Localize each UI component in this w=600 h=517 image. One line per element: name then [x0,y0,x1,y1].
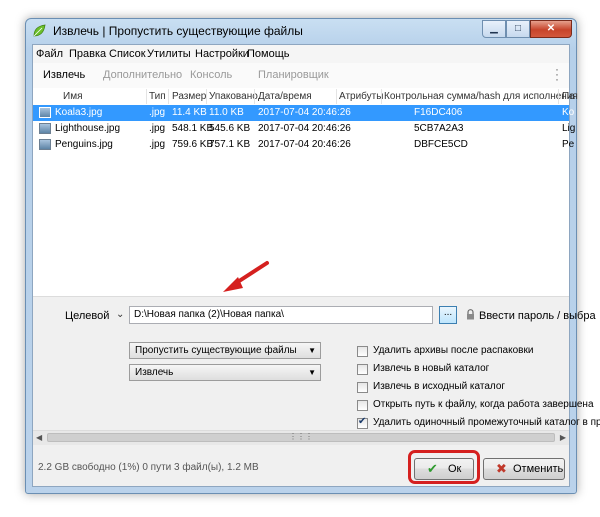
status-text: 2.2 GB свободно (1%) 0 пути 3 файл(ы), 1… [38,462,259,473]
extract-dialog-window: Извлечь | Пропустить существующие файлы … [25,18,600,494]
dropdown-arrow-icon: ▼ [308,368,316,377]
file-size: 11.4 KB [172,107,207,118]
menu-edit[interactable]: Правка [69,48,106,60]
file-checksum: F16DC406 [414,107,463,118]
delete-archives-checkbox[interactable] [357,346,368,357]
table-row[interactable]: Koala3.jpg .jpg 11.4 KB 11.0 KB 2017-07-… [33,105,574,121]
file-datetime: 2017-07-04 20:46:26 [258,139,351,150]
menu-bar: Файл Правка Список Утилиты Настройки Пом… [33,45,569,63]
column-attributes[interactable]: Атрибуты [339,91,383,102]
column-packed[interactable]: Упаковано [209,91,258,102]
image-file-icon [39,139,51,150]
lock-icon [467,309,474,320]
column-separator[interactable] [254,89,255,104]
tab-console[interactable]: Консоль [190,69,232,81]
overwrite-mode-select[interactable]: Пропустить существующие файлы ▼ [129,342,321,359]
file-name: Koala3.jpg [55,107,103,118]
window-title: Извлечь | Пропустить существующие файлы [53,24,303,38]
scroll-right-icon[interactable]: ▶ [560,433,566,442]
column-separator[interactable] [168,89,169,104]
client-area: Файл Правка Список Утилиты Настройки Пом… [32,44,600,487]
column-separator[interactable] [146,89,147,104]
tab-advanced[interactable]: Дополнительно [103,69,182,81]
overwrite-mode-value: Пропустить существующие файлы [135,345,297,356]
column-name[interactable]: Имя [63,91,82,102]
file-type: .jpg [149,107,166,118]
mode-toolbar: Извлечь Дополнительно Консоль Планировщи… [33,63,569,89]
horizontal-scrollbar[interactable]: ◀ ⋮⋮⋮ ▶ [33,430,569,445]
cancel-button[interactable]: ✖ Отменить [483,458,565,480]
menu-settings[interactable]: Настройки [195,48,249,60]
scrollbar-thumb[interactable]: ⋮⋮⋮ [47,433,555,442]
file-type: .jpg [149,123,166,134]
table-row[interactable]: Lighthouse.jpg .jpg 548.1 KB 545.6 KB 20… [33,121,575,137]
image-file-icon [39,123,51,134]
file-list-header: Имя Тип Размер Упаковано Дата/время Атри… [33,88,578,106]
file-packed: 545.6 KB [209,123,251,134]
file-type: .jpg [149,139,166,150]
file-checksum: DBFCE5CD [414,139,468,150]
column-type[interactable]: Тип [149,91,166,102]
file-datetime: 2017-07-04 20:46:26 [258,107,351,118]
file-path: Lig [562,123,576,134]
file-size: 759.6 KB [172,139,214,150]
column-separator[interactable] [558,89,559,104]
target-label: Целевой [65,310,110,322]
leaf-app-icon [33,24,46,37]
menu-list[interactable]: Список [109,48,146,60]
file-checksum: 5CB7A2A3 [414,123,464,134]
menu-utilities[interactable]: Утилиты [147,48,191,60]
column-separator[interactable] [381,89,382,104]
file-packed: 757.1 KB [209,139,251,150]
file-name: Lighthouse.jpg [55,123,121,134]
column-checksum[interactable]: Контрольная сумма/hash для исполнения [384,91,578,102]
action-mode-select[interactable]: Извлечь ▼ [129,364,321,381]
file-name: Penguins.jpg [55,139,113,150]
column-datetime[interactable]: Дата/время [258,91,312,102]
delete-archives-label[interactable]: Удалить архивы после распаковки [373,345,533,356]
tab-extract[interactable]: Извлечь [43,69,85,81]
file-packed: 11.0 KB [209,107,244,118]
maximize-button[interactable]: □ [506,20,530,38]
extract-new-folder-checkbox[interactable] [357,364,368,375]
table-row[interactable]: Penguins.jpg .jpg 759.6 KB 757.1 KB 2017… [33,137,574,153]
panel-splitter[interactable] [33,296,569,303]
image-file-icon [39,107,51,118]
action-mode-value: Извлечь [135,367,174,378]
ok-highlight-frame [408,450,480,484]
password-button[interactable]: Ввести пароль / выбра [479,310,596,322]
chevron-down-icon[interactable]: ⌄ [116,309,124,320]
scroll-left-icon[interactable]: ◀ [36,433,42,442]
file-list[interactable]: Имя Тип Размер Упаковано Дата/время Атри… [33,88,578,296]
vertical-dots-icon[interactable]: · · · [555,63,559,85]
column-size[interactable]: Размер [172,91,206,102]
column-separator[interactable] [206,89,207,104]
menu-file[interactable]: Файл [36,48,63,60]
close-icon: ✖ [496,461,507,476]
file-path: Ko [562,107,575,118]
menu-help[interactable]: Помощь [247,48,290,60]
column-path[interactable]: Па [562,91,575,102]
extract-source-folder-checkbox[interactable] [357,382,368,393]
tab-scheduler[interactable]: Планировщик [258,69,329,81]
open-path-label[interactable]: Открыть путь к файлу, когда работа завер… [373,399,594,410]
file-size: 548.1 KB [172,123,214,134]
browse-button[interactable]: ... [439,306,457,324]
remove-intermediate-folder-label[interactable]: Удалить одиночный промежуточный каталог … [373,417,600,428]
extract-new-folder-label[interactable]: Извлечь в новый каталог [373,363,489,374]
remove-intermediate-folder-checkbox[interactable] [357,416,368,429]
close-button[interactable]: ✕ [530,20,572,38]
minimize-button[interactable]: ▁ [482,20,506,38]
open-path-checkbox[interactable] [357,400,368,411]
column-separator[interactable] [336,89,337,104]
cancel-button-label: Отменить [513,463,564,475]
title-bar[interactable]: Извлечь | Пропустить существующие файлы … [26,19,576,44]
target-path-input[interactable]: D:\Новая папка (2)\Новая папка\ [129,306,433,324]
file-datetime: 2017-07-04 20:46:26 [258,123,351,134]
dropdown-arrow-icon: ▼ [308,346,316,355]
file-path: Pe [562,139,575,150]
extract-source-folder-label[interactable]: Извлечь в исходный каталог [373,381,505,392]
